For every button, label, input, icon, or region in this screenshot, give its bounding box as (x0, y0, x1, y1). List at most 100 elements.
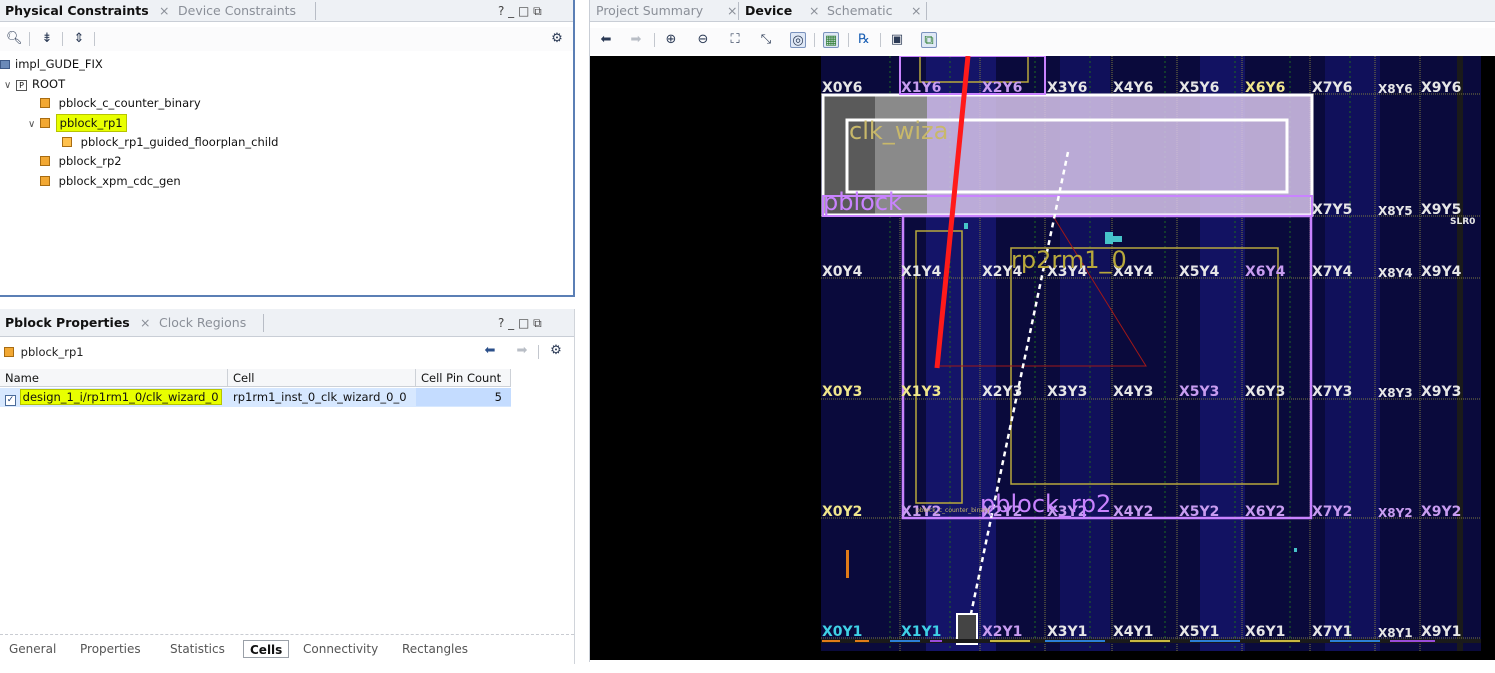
physical-constraints-panel: Physical Constraints × Device Constraint… (0, 0, 575, 297)
clock-region-label: X7Y5 (1312, 202, 1353, 218)
chevron-down-icon[interactable]: ∨ (28, 116, 40, 134)
close-icon[interactable]: × (159, 0, 169, 22)
back-arrow-icon[interactable]: ⬅ (482, 343, 498, 359)
clock-region-label: X7Y6 (1312, 80, 1353, 96)
clk-wizard-label: clk_wiza (849, 117, 949, 145)
pblock-icon (40, 118, 50, 128)
checkbox[interactable]: ✓ (5, 395, 16, 406)
tree-row-label: ROOT (32, 77, 66, 91)
clock-region-label: X0Y3 (822, 384, 863, 400)
clock-region-label: X8Y3 (1378, 386, 1413, 400)
close-icon[interactable]: × (140, 312, 150, 334)
pblock-rp2-label: pblock_rp2 (980, 490, 1112, 518)
collapse-all-icon[interactable]: ⇟ (39, 31, 55, 47)
rp2rm1-label: rp2rm1_0 (1011, 246, 1127, 274)
tree-row-pblock[interactable]: pblock_c_counter_binary (40, 94, 201, 112)
tab-physical-constraints[interactable]: Physical Constraints (5, 0, 149, 22)
clock-region-label: X7Y2 (1312, 504, 1353, 520)
counter-binary-label: pblock_c_counter_binary (916, 507, 991, 514)
pblock-icon (40, 98, 50, 108)
clock-region-label: X9Y5 (1421, 202, 1462, 218)
forward-arrow-icon[interactable]: ➡ (514, 343, 530, 359)
zoom-in-icon[interactable]: ⊕ (663, 32, 679, 48)
column-header-cell-pin-count[interactable]: Cell Pin Count (416, 369, 511, 387)
clock-region-label: X9Y3 (1421, 384, 1462, 400)
window-controls[interactable]: ? _ □ ⧉ (498, 312, 542, 334)
tab-divider (738, 2, 739, 20)
search-icon[interactable]: 🔍︎ (6, 31, 23, 47)
tab-connectivity[interactable]: Connectivity (303, 640, 378, 658)
device-canvas[interactable]: X0Y6 X1Y6 X2Y6 X3Y6 X4Y6 X5Y6 X6Y6 X7Y6 … (590, 56, 1495, 660)
tree-row-pblock-selected[interactable]: ∨ pblock_rp1 (28, 114, 127, 132)
tree-row-pblock[interactable]: pblock_rp1_guided_floorplan_child (62, 133, 278, 151)
close-icon[interactable]: × (727, 0, 737, 22)
clock-region-label: X7Y1 (1312, 624, 1353, 640)
pblock-icon (4, 347, 14, 357)
tab-pblock-properties[interactable]: Pblock Properties (5, 312, 130, 334)
clock-region-label: X6Y6 (1245, 80, 1286, 96)
zoom-selection-icon[interactable]: ⤡ (758, 32, 774, 48)
clock-region-label: X4Y3 (1113, 384, 1154, 400)
selected-pblock-name: pblock_rp1 (20, 345, 84, 359)
zoom-out-icon[interactable]: ⊖ (695, 32, 711, 48)
clock-region-label: X1Y6 (901, 80, 942, 96)
tab-label: Device (745, 3, 793, 18)
column-header-cell[interactable]: Cell (228, 369, 416, 387)
show-pblocks-icon[interactable]: ⧉ (921, 32, 937, 48)
zoom-fit-icon[interactable]: ⛶ (727, 32, 743, 48)
clock-region-label: X0Y1 (822, 624, 863, 640)
tree-row-root[interactable]: ∨ P ROOT (4, 75, 65, 93)
window-controls[interactable]: ? _ □ ⧉ (498, 0, 542, 22)
tab-label: Project Summary (596, 3, 704, 18)
clock-region-label: X7Y4 (1312, 264, 1353, 280)
clock-region-label: X8Y1 (1378, 626, 1413, 640)
column-header-name[interactable]: Name (0, 369, 228, 387)
table-cell-pin-count: 5 (416, 388, 511, 406)
tree-row-impl[interactable]: impl_GUDE_FIX (0, 55, 103, 73)
chevron-down-icon[interactable]: ∨ (4, 77, 16, 95)
close-icon[interactable]: × (809, 0, 819, 22)
back-arrow-icon[interactable]: ⬅ (598, 32, 614, 48)
gear-icon[interactable]: ⚙ (549, 31, 565, 47)
tab-cells[interactable]: Cells (243, 640, 290, 658)
tree-row-label: pblock_rp2 (58, 154, 122, 168)
tree-row-pblock[interactable]: pblock_xpm_cdc_gen (40, 172, 181, 190)
clock-region-label: X9Y2 (1421, 504, 1462, 520)
cyan-block (1294, 548, 1297, 552)
tab-properties[interactable]: Properties (80, 640, 141, 658)
tab-device-constraints[interactable]: Device Constraints (178, 0, 296, 22)
tab-clock-regions[interactable]: Clock Regions (159, 312, 246, 334)
orange-cell (846, 550, 849, 578)
auto-fit-icon[interactable]: ◎ (790, 32, 806, 48)
draw-pblock-icon[interactable]: ▣ (889, 32, 905, 48)
tree-row-label: pblock_rp1 (55, 114, 127, 132)
tab-statistics[interactable]: Statistics (170, 640, 225, 658)
gear-icon[interactable]: ⚙ (548, 343, 564, 359)
tab-project-summary[interactable]: Project Summary (596, 0, 703, 22)
tab-label: Schematic (827, 3, 893, 18)
pblock-icon (40, 156, 50, 166)
routing-resources-icon[interactable]: ▦ (823, 32, 839, 48)
clock-region-label: X3Y6 (1047, 80, 1088, 96)
toolbar-separator (29, 32, 30, 46)
tab-rectangles[interactable]: Rectangles (402, 640, 468, 658)
clock-region-label: X0Y2 (822, 504, 863, 520)
tab-schematic[interactable]: Schematic (827, 0, 893, 22)
tree-row-pblock[interactable]: pblock_rp2 (40, 152, 122, 170)
clock-region-label: X3Y1 (1047, 624, 1088, 640)
table-cell-name: ✓ design_1_i/rp1rm1_0/clk_wizard_0 (5, 388, 222, 406)
clock-region-label: X8Y2 (1378, 506, 1413, 520)
close-icon[interactable]: × (911, 0, 921, 22)
tab-general[interactable]: General (9, 640, 56, 658)
route-icon[interactable]: ℞ (856, 32, 872, 48)
device-graphics (821, 56, 1481, 651)
pblock-label: pblock (823, 188, 902, 216)
tab-device[interactable]: Device (745, 0, 792, 22)
device-panel: Project Summary × Device × Schematic × ⬅… (589, 0, 1495, 662)
tab-label: Device Constraints (178, 3, 297, 18)
expand-all-icon[interactable]: ⇕ (71, 31, 87, 47)
clock-region-label: X5Y6 (1179, 80, 1220, 96)
forward-arrow-icon[interactable]: ➡ (628, 32, 644, 48)
clock-region-label: X2Y6 (982, 80, 1023, 96)
tree-row-label: impl_GUDE_FIX (15, 57, 103, 71)
